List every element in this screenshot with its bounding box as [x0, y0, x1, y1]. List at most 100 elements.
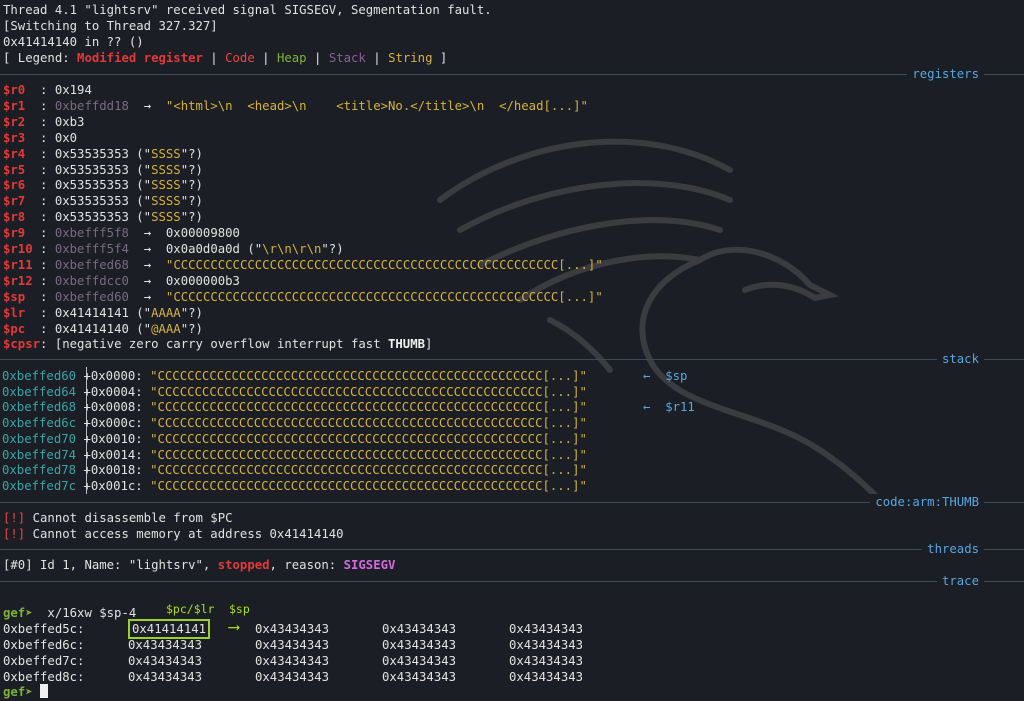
- register-row: $lr : 0x41414141 ("AAAA"?): [3, 305, 203, 321]
- register-value: →: [128, 257, 166, 272]
- register-name: $r2: [3, 114, 41, 129]
- memdump-word: 0x43434343: [128, 670, 203, 684]
- register-address: 0xbeffdcc0: [54, 273, 129, 288]
- register-row: $r9 : 0xbefff5f8 → 0x00009800: [3, 225, 240, 241]
- legend-string: String: [388, 51, 433, 65]
- arrow-icon: ⟶: [229, 617, 239, 636]
- register-value: 0x53535353 (": [54, 146, 152, 161]
- register-sep: :: [40, 178, 55, 193]
- register-sep: :: [40, 257, 55, 272]
- memdump-word: 0x43434343: [255, 654, 330, 668]
- legend-stack: Stack: [328, 51, 366, 65]
- register-name: $r1: [3, 98, 41, 113]
- memdump-word: 0x43434343: [128, 638, 203, 652]
- register-cpsr: $cpsr: [negative zero carry overflow int…: [3, 337, 433, 351]
- register-value: →: [128, 98, 166, 113]
- thread-reason: SIGSEGV: [343, 558, 396, 572]
- stack-address: 0xbeffed6c: [2, 416, 77, 431]
- register-row: $r11 : 0xbeffed68 → "CCCCCCCCCCCCCCCCCCC…: [3, 257, 603, 273]
- register-row: $r7 : 0x53535353 ("SSSS"?): [3, 193, 203, 209]
- register-value: 0x41414141 (": [54, 305, 152, 320]
- register-name: $sp: [3, 289, 41, 304]
- section-title-registers: registers: [907, 66, 984, 82]
- register-sep: :: [40, 305, 55, 320]
- register-tail: "?): [180, 178, 203, 193]
- stack-address: 0xbeffed70: [2, 431, 77, 446]
- register-string: AAAA: [151, 305, 181, 320]
- stack-pointer-note: ← $r11: [643, 400, 695, 415]
- memdump-word-highlighted: 0x41414141: [127, 619, 211, 639]
- register-address: 0xbeffed68: [54, 257, 129, 272]
- register-sep: :: [40, 114, 55, 129]
- stack-row: 0xbeffed68 +0x0008: "CCCCCCCCCCCCCCCCCCC…: [2, 399, 695, 415]
- register-row: $r0 : 0x194: [3, 82, 92, 98]
- gdb-command-line: gef➤ x/16xw $sp-4: [3, 605, 136, 621]
- memdump-word: 0x43434343: [382, 670, 457, 684]
- stack-value: "CCCCCCCCCCCCCCCCCCCCCCCCCCCCCCCCCCCCCCC…: [150, 478, 587, 493]
- register-value: 0x53535353 (": [54, 210, 152, 225]
- register-sep: :: [40, 194, 55, 209]
- code-error-2: [!] Cannot access memory at address 0x41…: [3, 527, 344, 541]
- register-sep: :: [40, 130, 55, 145]
- register-string: "CCCCCCCCCCCCCCCCCCCCCCCCCCCCCCCCCCCCCCC…: [165, 257, 603, 272]
- stack-row: 0xbeffed78 +0x0018: "CCCCCCCCCCCCCCCCCCC…: [2, 462, 587, 478]
- register-row: $r10 : 0xbefff5f4 → 0x0a0d0a0d ("\r\n\r\…: [3, 241, 344, 257]
- register-name: $r12: [3, 273, 41, 288]
- register-row: $r12 : 0xbeffdcc0 → 0x000000b3: [3, 273, 240, 289]
- legend: [ Legend: Modified register | Code | Hea…: [3, 51, 448, 65]
- stack-row: 0xbeffed74 +0x0014: "CCCCCCCCCCCCCCCCCCC…: [2, 447, 587, 463]
- stack-offset: +0x0010:: [83, 431, 151, 446]
- terminal-window[interactable]: Thread 4.1 "lightsrv" received signal SI…: [0, 0, 1024, 701]
- stack-row: 0xbeffed60 +0x0000: "CCCCCCCCCCCCCCCCCCC…: [2, 368, 687, 384]
- memdump-word: 0x43434343: [509, 654, 584, 668]
- stack-offset: +0x0008:: [83, 400, 151, 415]
- register-name: $r8: [3, 210, 41, 225]
- stack-address: 0xbeffed7c: [2, 478, 77, 493]
- annotation-pc-lr: $pc/$lr: [166, 602, 215, 616]
- register-tail: "?): [321, 242, 344, 256]
- memdump-word: 0x43434343: [382, 638, 457, 652]
- register-sep: :: [40, 162, 55, 177]
- register-string: @AAA: [151, 321, 181, 336]
- memdump-word: 0x43434343: [255, 622, 330, 636]
- memdump-address: 0xbeffed7c:: [3, 654, 85, 668]
- register-string: \r\n\r\n: [262, 242, 322, 256]
- register-row: $sp : 0xbeffed60 → "CCCCCCCCCCCCCCCCCCCC…: [3, 289, 603, 305]
- text-cursor: [40, 684, 49, 698]
- stack-offset: +0x000c:: [83, 416, 151, 431]
- register-name: $lr: [3, 305, 41, 320]
- register-row: $r2 : 0xb3: [3, 114, 84, 130]
- gdb-input-line[interactable]: gef➤: [3, 684, 49, 700]
- register-name: $r5: [3, 162, 41, 177]
- thread-switch-message: [Switching to Thread 327.327]: [3, 19, 218, 33]
- stack-value: "CCCCCCCCCCCCCCCCCCCCCCCCCCCCCCCCCCCCCCC…: [150, 431, 587, 446]
- register-sep: :: [40, 321, 55, 336]
- register-name: $r9: [3, 226, 41, 241]
- section-title-threads: threads: [922, 541, 984, 557]
- stack-address: 0xbeffed60: [2, 369, 77, 383]
- stack-offset: +0x0014:: [83, 447, 151, 462]
- register-sep: :: [40, 210, 55, 225]
- stack-offset: +0x0000:: [83, 369, 151, 383]
- register-address: 0xbefff5f4: [54, 242, 129, 256]
- register-name: $r10: [3, 242, 41, 256]
- stack-address: 0xbeffed78: [2, 463, 77, 478]
- register-value: 0x0: [54, 130, 78, 145]
- registers-divider: [0, 74, 1024, 75]
- trace-divider: [0, 581, 1024, 582]
- register-tail: "?): [180, 321, 203, 336]
- register-string: SSSS: [151, 210, 181, 225]
- gef-prompt: gef➤: [3, 685, 33, 699]
- register-sep: :: [40, 289, 55, 304]
- gef-prompt: gef➤: [3, 606, 33, 620]
- thread-state: stopped: [217, 558, 270, 572]
- stack-offset: +0x0018:: [83, 463, 151, 478]
- register-row: $r4 : 0x53535353 ("SSSS"?): [3, 146, 203, 162]
- register-row: $r5 : 0x53535353 ("SSSS"?): [3, 162, 203, 178]
- register-name: $r3: [3, 130, 41, 145]
- legend-code: Code: [225, 51, 255, 65]
- fault-location: 0x41414140 in ?? (): [3, 35, 144, 49]
- register-name: $r0: [3, 83, 41, 97]
- register-string: SSSS: [151, 178, 181, 193]
- register-value: →: [128, 289, 166, 304]
